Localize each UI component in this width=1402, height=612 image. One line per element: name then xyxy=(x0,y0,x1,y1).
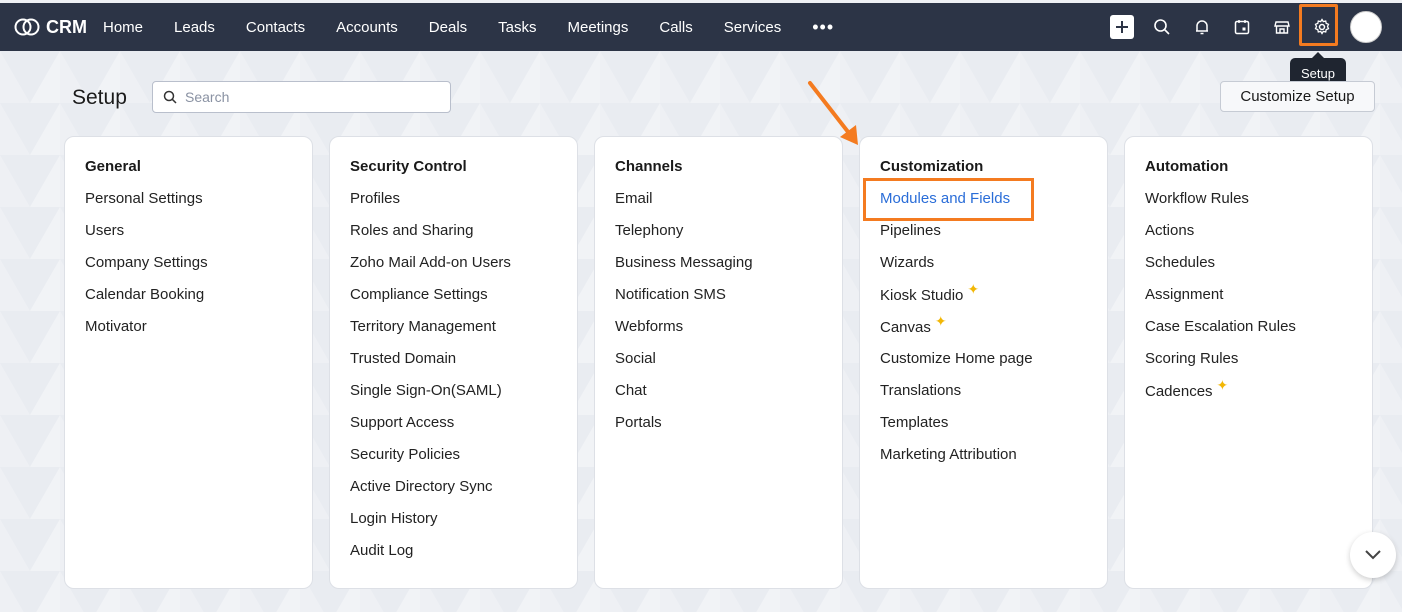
notifications-button[interactable] xyxy=(1182,3,1222,51)
create-button[interactable] xyxy=(1102,3,1142,51)
link-single-sign-on[interactable]: Single Sign-On(SAML) xyxy=(350,381,557,413)
link-workflow-rules[interactable]: Workflow Rules xyxy=(1145,189,1352,221)
calendar-button[interactable] xyxy=(1222,3,1262,51)
card-security-control: Security Control Profiles Roles and Shar… xyxy=(329,136,578,589)
link-templates[interactable]: Templates xyxy=(880,413,1087,445)
link-social[interactable]: Social xyxy=(615,349,822,381)
search-icon xyxy=(1154,19,1170,35)
link-login-history[interactable]: Login History xyxy=(350,509,557,541)
setup-highlight-box xyxy=(1299,4,1338,46)
more-modules-icon[interactable]: ••• xyxy=(812,17,834,38)
scroll-down-button[interactable] xyxy=(1350,532,1396,578)
nav-meetings[interactable]: Meetings xyxy=(568,19,629,36)
sparkle-icon: ✦ xyxy=(934,313,947,329)
link-pipelines[interactable]: Pipelines xyxy=(880,221,1087,253)
link-company-settings[interactable]: Company Settings xyxy=(85,253,292,285)
link-translations[interactable]: Translations xyxy=(880,381,1087,413)
sparkle-icon: ✦ xyxy=(967,281,980,297)
card-automation: Automation Workflow Rules Actions Schedu… xyxy=(1124,136,1373,589)
search-input[interactable] xyxy=(183,88,437,106)
link-actions[interactable]: Actions xyxy=(1145,221,1352,253)
card-title: Channels xyxy=(615,158,683,175)
sparkle-icon: ✦ xyxy=(1216,377,1229,393)
nav-calls[interactable]: Calls xyxy=(659,19,692,36)
store-icon xyxy=(1274,21,1290,34)
link-case-escalation-rules[interactable]: Case Escalation Rules xyxy=(1145,317,1352,349)
link-webforms[interactable]: Webforms xyxy=(615,317,822,349)
card-customization: Customization Modules and Fields Pipelin… xyxy=(859,136,1108,589)
link-notification-sms[interactable]: Notification SMS xyxy=(615,285,822,317)
link-chat[interactable]: Chat xyxy=(615,381,822,413)
link-active-directory-sync[interactable]: Active Directory Sync xyxy=(350,477,557,509)
card-channels: Channels Email Telephony Business Messag… xyxy=(594,136,843,589)
link-customize-home-page[interactable]: Customize Home page xyxy=(880,349,1087,381)
nav-services[interactable]: Services xyxy=(724,19,782,36)
modules-highlight-box xyxy=(863,178,1034,221)
crm-logo[interactable]: CRM xyxy=(14,17,87,38)
link-kiosk-studio[interactable]: Kiosk Studio ✦ xyxy=(880,281,1087,317)
link-zoho-mail-addon-users[interactable]: Zoho Mail Add-on Users xyxy=(350,253,557,285)
nav-tasks[interactable]: Tasks xyxy=(498,19,536,36)
link-email[interactable]: Email xyxy=(615,189,822,221)
link-territory-management[interactable]: Territory Management xyxy=(350,317,557,349)
nav-deals[interactable]: Deals xyxy=(429,19,467,36)
nav-leads[interactable]: Leads xyxy=(174,19,215,36)
link-schedules[interactable]: Schedules xyxy=(1145,253,1352,285)
card-title: General xyxy=(85,158,141,175)
link-portals[interactable]: Portals xyxy=(615,413,822,445)
link-label: Kiosk Studio xyxy=(880,287,964,304)
link-business-messaging[interactable]: Business Messaging xyxy=(615,253,822,285)
link-cadences[interactable]: Cadences ✦ xyxy=(1145,377,1352,413)
link-motivator[interactable]: Motivator xyxy=(85,317,292,349)
top-navigation-bar: CRM Home Leads Contacts Accounts Deals T… xyxy=(0,3,1402,51)
nav-contacts[interactable]: Contacts xyxy=(246,19,305,36)
avatar[interactable] xyxy=(1350,11,1382,43)
calendar-icon xyxy=(1234,20,1250,35)
link-canvas[interactable]: Canvas ✦ xyxy=(880,313,1087,349)
zoho-crm-logo-icon xyxy=(14,18,40,36)
link-roles-and-sharing[interactable]: Roles and Sharing xyxy=(350,221,557,253)
link-audit-log[interactable]: Audit Log xyxy=(350,541,557,573)
link-profiles[interactable]: Profiles xyxy=(350,189,557,221)
bell-icon xyxy=(1196,20,1208,35)
link-calendar-booking[interactable]: Calendar Booking xyxy=(85,285,292,317)
marketplace-button[interactable] xyxy=(1262,3,1302,51)
link-telephony[interactable]: Telephony xyxy=(615,221,822,253)
nav-home[interactable]: Home xyxy=(103,19,143,36)
search-button[interactable] xyxy=(1142,3,1182,51)
search-field[interactable] xyxy=(152,81,451,113)
plus-icon xyxy=(1110,15,1134,39)
link-wizards[interactable]: Wizards xyxy=(880,253,1087,285)
search-icon xyxy=(163,90,177,104)
nav-accounts[interactable]: Accounts xyxy=(336,19,398,36)
customize-setup-button[interactable]: Customize Setup xyxy=(1220,81,1375,112)
link-security-policies[interactable]: Security Policies xyxy=(350,445,557,477)
card-title: Security Control xyxy=(350,158,467,175)
link-support-access[interactable]: Support Access xyxy=(350,413,557,445)
link-modules-and-fields[interactable]: Modules and Fields xyxy=(863,178,1087,221)
link-trusted-domain[interactable]: Trusted Domain xyxy=(350,349,557,381)
chevron-down-icon xyxy=(1365,550,1381,560)
link-compliance-settings[interactable]: Compliance Settings xyxy=(350,285,557,317)
page-title: Setup xyxy=(72,86,127,109)
link-scoring-rules[interactable]: Scoring Rules xyxy=(1145,349,1352,381)
link-users[interactable]: Users xyxy=(85,221,292,253)
link-personal-settings[interactable]: Personal Settings xyxy=(85,189,292,221)
link-label: Canvas xyxy=(880,319,931,336)
header-actions xyxy=(1102,3,1402,51)
app-name: CRM xyxy=(46,16,87,37)
card-title: Automation xyxy=(1145,158,1229,175)
card-general: General Personal Settings Users Company … xyxy=(64,136,313,589)
link-label: Cadences xyxy=(1145,383,1213,400)
link-assignment[interactable]: Assignment xyxy=(1145,285,1352,317)
link-marketing-attribution[interactable]: Marketing Attribution xyxy=(880,445,1087,477)
